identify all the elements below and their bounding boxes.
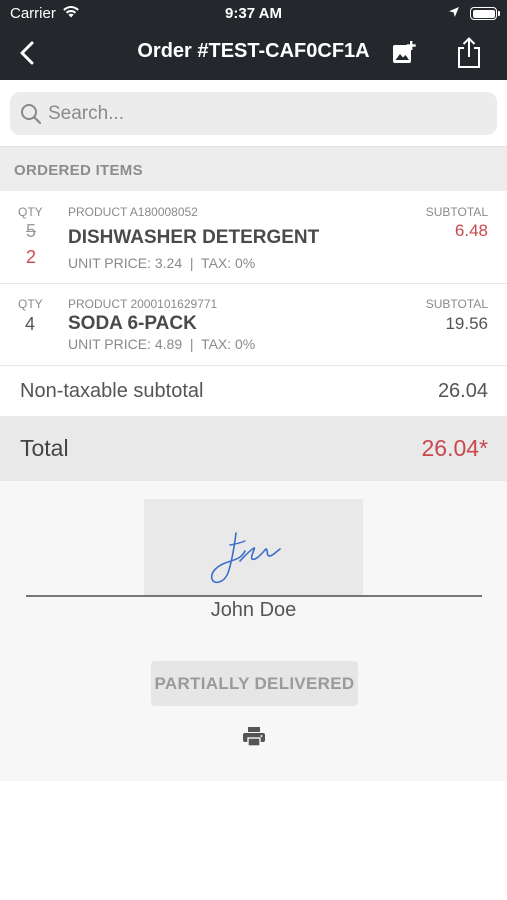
signature-area: John Doe PARTIALLY DELIVERED — [0, 481, 507, 781]
search-area — [0, 80, 507, 146]
total-row: Total 26.04* — [0, 416, 507, 481]
time-label: 9:37 AM — [225, 5, 282, 22]
order-item-row[interactable]: QTY 5 2 PRODUCT A180008052 DISHWASHER DE… — [0, 191, 507, 284]
signature-line — [26, 595, 482, 597]
product-meta: UNIT PRICE: 3.24 | TAX: 0% — [68, 255, 256, 271]
top-bar: Carrier 9:37 AM Order #TEST-CAF0CF1A — [0, 0, 507, 80]
subtotal-label: SUBTOTAL — [425, 205, 488, 219]
product-code: PRODUCT A180008052 — [68, 205, 198, 219]
status-right — [448, 5, 500, 22]
location-arrow-icon — [448, 5, 460, 22]
nontaxable-label: Non-taxable subtotal — [20, 380, 204, 402]
search-input[interactable] — [48, 102, 468, 125]
product-meta: UNIT PRICE: 4.89 | TAX: 0% — [68, 336, 256, 352]
add-photo-icon — [393, 41, 416, 63]
product-code: PRODUCT 2000101629771 — [68, 297, 218, 311]
section-title: ORDERED ITEMS — [14, 162, 143, 179]
nav-bar: Order #TEST-CAF0CF1A — [0, 28, 507, 80]
signature-drawing — [210, 532, 281, 584]
status-bar: Carrier 9:37 AM — [0, 0, 507, 28]
battery-fill — [472, 9, 495, 18]
search-icon — [21, 103, 42, 124]
qty-original: 5 — [26, 221, 37, 241]
order-status-button[interactable]: PARTIALLY DELIVERED — [151, 661, 358, 706]
print-icon — [243, 727, 265, 747]
wifi-icon — [62, 5, 80, 22]
carrier-group: Carrier — [10, 5, 80, 22]
nontaxable-subtotal-row: Non-taxable subtotal 26.04 — [0, 366, 507, 416]
order-status-label: PARTIALLY DELIVERED — [154, 673, 355, 693]
qty-label: QTY — [18, 297, 43, 311]
search-bar[interactable] — [10, 92, 497, 135]
qty-value: 4 — [25, 314, 36, 334]
order-item-row[interactable]: QTY 4 PRODUCT 2000101629771 SODA 6-PACK … — [0, 284, 507, 366]
qty-label: QTY — [18, 205, 43, 219]
signature-image[interactable] — [144, 499, 363, 595]
total-value: 26.04* — [421, 435, 488, 461]
nav-title-wrap: Order #TEST-CAF0CF1A — [0, 40, 507, 63]
share-icon — [458, 37, 480, 68]
qty-delivered: 2 — [26, 247, 37, 267]
print-button[interactable] — [240, 723, 268, 751]
section-header-ordered-items: ORDERED ITEMS — [0, 146, 507, 191]
add-photo-button[interactable] — [389, 38, 419, 68]
signer-name-wrap: John Doe — [0, 599, 507, 622]
page-title: Order #TEST-CAF0CF1A — [137, 40, 370, 62]
subtotal-label: SUBTOTAL — [425, 297, 488, 311]
back-button[interactable] — [12, 38, 42, 68]
battery-icon — [470, 7, 500, 20]
carrier-label: Carrier — [10, 5, 56, 22]
share-button[interactable] — [453, 36, 485, 70]
signer-name: John Doe — [210, 599, 297, 621]
product-name: DISHWASHER DETERGENT — [68, 227, 320, 248]
chevron-left-icon — [20, 41, 34, 65]
total-label: Total — [20, 435, 69, 461]
subtotal-value: 19.56 — [445, 314, 488, 333]
product-name: SODA 6-PACK — [68, 313, 197, 334]
nontaxable-value: 26.04 — [437, 380, 488, 402]
subtotal-value: 6.48 — [454, 221, 488, 240]
